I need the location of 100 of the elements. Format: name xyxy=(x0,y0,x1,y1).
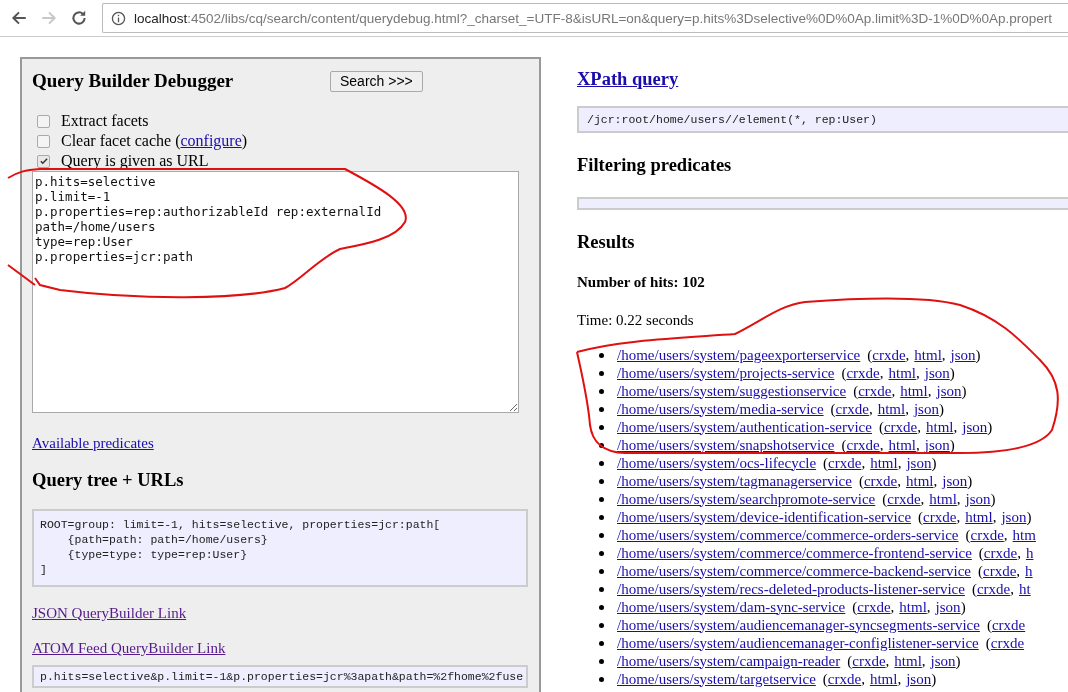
result-link[interactable]: crxde xyxy=(852,652,886,670)
punctuation: ) xyxy=(241,132,248,150)
result-link[interactable]: html xyxy=(894,652,922,670)
result-path-link[interactable]: /home/users/system/audiencemanager-configlistener-service xyxy=(617,634,979,652)
result-link[interactable]: json xyxy=(924,436,950,454)
result-link[interactable]: json xyxy=(936,382,962,400)
result-link[interactable]: h xyxy=(1025,562,1033,580)
back-icon[interactable] xyxy=(10,9,28,27)
punctuation: ( xyxy=(841,364,847,382)
result-path-link[interactable]: /home/users/system/suggestionservice xyxy=(617,382,847,400)
result-path-link[interactable]: /home/users/system/ocs-lifecycle xyxy=(617,454,817,472)
result-link[interactable]: json xyxy=(906,454,932,472)
result-link[interactable]: crxde xyxy=(846,364,880,382)
punctuation: ) xyxy=(955,652,961,670)
result-link[interactable]: html xyxy=(929,490,957,508)
punctuation: , xyxy=(890,598,895,616)
result-link[interactable]: json xyxy=(924,364,950,382)
punctuation: ( xyxy=(965,526,971,544)
reload-icon[interactable] xyxy=(70,9,88,27)
punctuation: ( xyxy=(830,400,836,418)
punctuation: ( xyxy=(978,562,984,580)
result-link[interactable]: crxde xyxy=(923,508,957,526)
punctuation: , xyxy=(897,670,902,688)
result-link[interactable]: html xyxy=(906,472,934,490)
punctuation: ) xyxy=(990,490,996,508)
result-link[interactable]: html xyxy=(926,418,954,436)
result-link[interactable]: html xyxy=(870,454,898,472)
result-link[interactable]: crxde xyxy=(887,490,921,508)
configure-link[interactable]: configure xyxy=(180,132,242,150)
result-link[interactable]: json xyxy=(962,418,988,436)
result-link[interactable]: html xyxy=(914,346,942,364)
result-link[interactable]: crxde xyxy=(835,400,869,418)
result-link[interactable]: crxde xyxy=(991,616,1026,634)
bullet-icon xyxy=(599,406,604,412)
result-link[interactable]: json xyxy=(913,400,939,418)
result-path-link[interactable]: /home/users/system/pageexporterservice xyxy=(617,346,861,364)
punctuation: , xyxy=(941,346,946,364)
check-icon xyxy=(38,156,49,166)
bullet-icon xyxy=(599,550,604,556)
result-path-link[interactable]: /home/users/system/dam-sync-service xyxy=(617,598,846,616)
result-path-link[interactable]: /home/users/system/campaign-reader xyxy=(617,652,841,670)
result-link[interactable]: json xyxy=(965,490,991,508)
result-link[interactable]: json xyxy=(906,670,932,688)
checkbox[interactable] xyxy=(37,134,50,148)
search-button[interactable]: Search >>> xyxy=(330,70,423,92)
result-link[interactable]: json xyxy=(1001,508,1027,526)
result-path-link[interactable]: /home/users/system/searchpromote-service xyxy=(617,490,876,508)
result-path-link[interactable]: /home/users/system/authentication-service xyxy=(617,418,872,436)
bullet-icon xyxy=(599,658,604,664)
result-path-link[interactable]: /home/users/system/snapshotservice xyxy=(617,436,835,454)
checkbox[interactable] xyxy=(37,114,50,128)
querybuilder-link[interactable]: JSON QueryBuilder Link xyxy=(32,605,187,622)
result-path-link[interactable]: /home/users/system/commerce/commerce-backend-service xyxy=(617,562,972,580)
xpath-query-link[interactable]: XPath query xyxy=(577,69,679,90)
result-path-link[interactable]: /home/users/system/device-identification-service xyxy=(617,508,912,526)
result-link[interactable]: crxde xyxy=(857,598,891,616)
result-link[interactable]: html xyxy=(899,598,927,616)
result-path-link[interactable]: /home/users/system/audiencemanager-syncsegments-service xyxy=(617,616,980,634)
result-link[interactable]: json xyxy=(950,346,976,364)
punctuation: , xyxy=(992,508,997,526)
result-link[interactable]: html xyxy=(965,508,993,526)
punctuation: , xyxy=(1003,526,1008,544)
query-input[interactable]: p.hits=selective p.limit=-1 p.properties=rep:authorizableId rep:externalId path=/home/users type=rep:User p.properties=jcr:path xyxy=(32,171,519,413)
result-path-link[interactable]: /home/users/system/recs-deleted-products-listener-service xyxy=(617,580,965,598)
punctuation: , xyxy=(916,436,920,454)
predicates-link[interactable]: Available predicates xyxy=(32,435,154,452)
result-link[interactable]: crxde xyxy=(846,436,880,454)
punctuation: , xyxy=(905,400,909,418)
checkbox[interactable] xyxy=(37,154,50,168)
result-link[interactable]: crxde xyxy=(872,346,906,364)
result-link[interactable]: json xyxy=(942,472,968,490)
bullet-icon xyxy=(599,586,604,592)
xpath-text: /jcr:root/home/users//element(*, rep:User) xyxy=(577,106,1068,133)
bullet-icon xyxy=(599,532,604,538)
checkbox-label: Extract facets xyxy=(61,112,149,130)
address-bar[interactable]: localhost:4502/libs/cq/search/content/querydebug.html?_charset_=UTF-8&isURL=on&query=p.hits%3Dselective%0D%0Ap.limit%3D-1%0D%0Ap.propert xyxy=(102,3,1068,33)
result-path-link[interactable]: /home/users/system/commerce/commerce-frontend-service xyxy=(617,544,972,562)
punctuation: ( xyxy=(986,616,992,634)
bullet-icon xyxy=(599,442,604,448)
result-link[interactable]: json xyxy=(930,652,956,670)
querybuilder-link[interactable]: ATOM Feed QueryBuilder Link xyxy=(32,640,226,657)
result-link[interactable]: crxde xyxy=(970,526,1004,544)
info-icon[interactable] xyxy=(111,10,126,26)
result-path-link[interactable]: /home/users/system/targetservice xyxy=(617,670,816,688)
panel-title: Query Builder Debugger xyxy=(32,70,235,92)
punctuation: ( xyxy=(853,382,859,400)
result-path-link[interactable]: /home/users/system/projects-service xyxy=(617,364,835,382)
result-link[interactable]: ht xyxy=(1019,580,1031,598)
result-link[interactable]: crxde xyxy=(858,382,892,400)
result-link[interactable]: html xyxy=(869,670,898,688)
result-link[interactable]: h xyxy=(1025,544,1034,562)
result-link[interactable]: json xyxy=(935,598,961,616)
result-path-link[interactable]: /home/users/system/tagmanagerservice xyxy=(617,472,852,490)
hit-count: Number of hits: 102 xyxy=(577,274,706,291)
result-link[interactable]: htm xyxy=(1012,526,1036,544)
result-link[interactable]: html xyxy=(900,382,928,400)
result-path-link[interactable]: /home/users/system/media-service xyxy=(617,400,824,418)
result-path-link[interactable]: /home/users/system/commerce/commerce-orders-service xyxy=(617,526,959,544)
result-link[interactable]: crxde xyxy=(828,454,862,472)
result-link[interactable]: crxde xyxy=(990,634,1025,652)
